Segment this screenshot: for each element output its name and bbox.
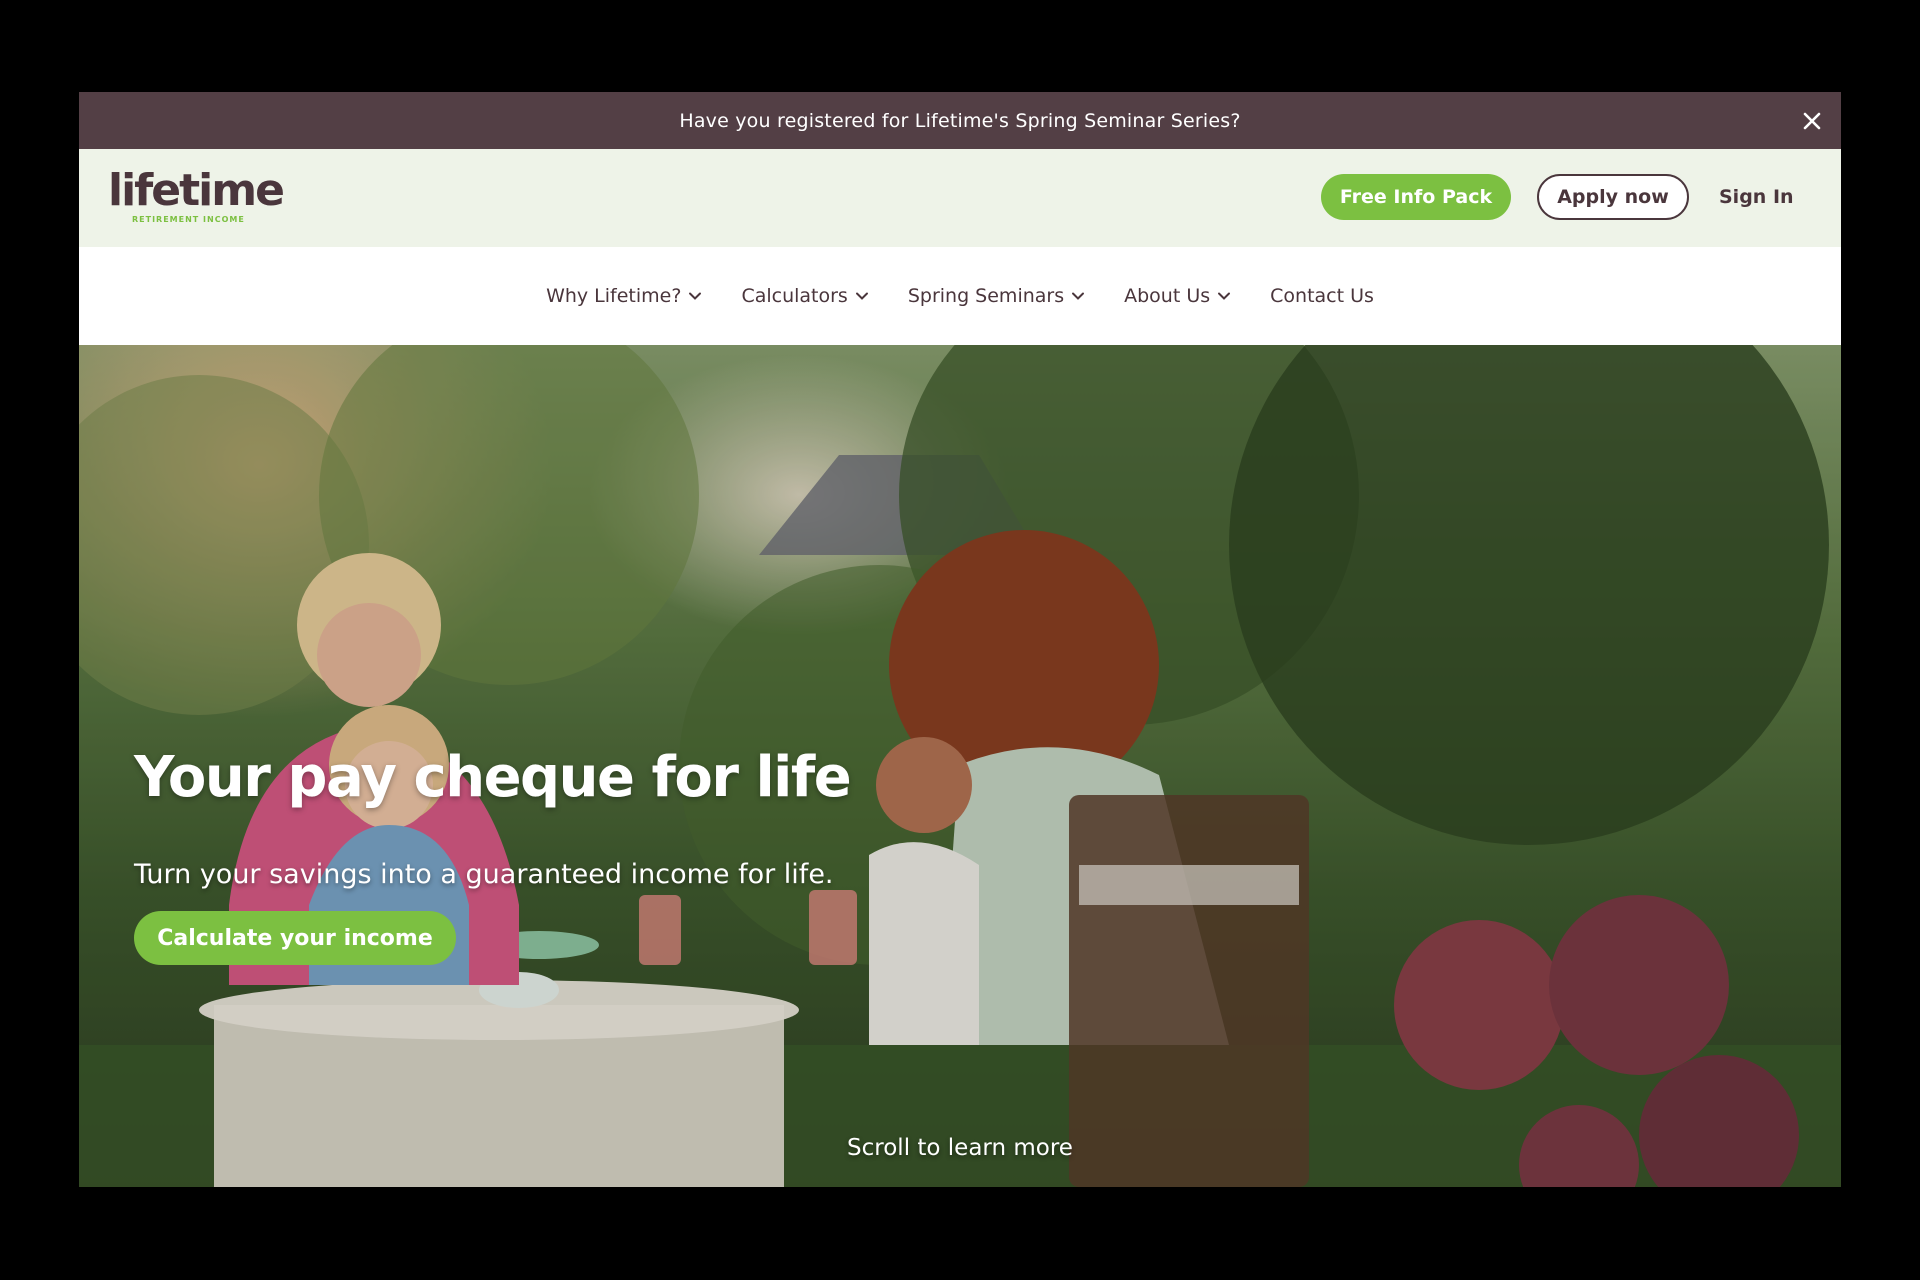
close-icon[interactable] — [1797, 106, 1827, 136]
logo-wordmark: lifetime — [108, 165, 285, 216]
nav-item-label: Contact Us — [1270, 285, 1374, 307]
nav-item-label: Why Lifetime? — [546, 285, 682, 307]
free-info-pack-button[interactable]: Free Info Pack — [1321, 174, 1511, 220]
nav-item-contact-us[interactable]: Contact Us — [1270, 285, 1374, 307]
logo-subtext: RETIREMENT INCOME — [132, 215, 245, 224]
nav-item-label: About Us — [1124, 285, 1211, 307]
announcement-text[interactable]: Have you registered for Lifetime's Sprin… — [679, 110, 1240, 132]
lifetime-logo[interactable]: lifetime RETIREMENT INCOME — [108, 167, 285, 229]
nav-item-calculators[interactable]: Calculators — [741, 285, 869, 307]
site-header: lifetime RETIREMENT INCOME Free Info Pac… — [79, 149, 1841, 247]
apply-now-button[interactable]: Apply now — [1537, 174, 1689, 220]
chevron-down-icon — [689, 292, 702, 300]
device-frame: Have you registered for Lifetime's Sprin… — [0, 0, 1920, 1280]
announcement-bar: Have you registered for Lifetime's Sprin… — [79, 92, 1841, 149]
hero-subtitle: Turn your savings into a guaranteed inco… — [134, 859, 834, 890]
sign-in-link[interactable]: Sign In — [1719, 174, 1794, 220]
hero-section: Your pay cheque for life Turn your savin… — [79, 345, 1841, 1187]
browser-viewport: Have you registered for Lifetime's Sprin… — [79, 92, 1841, 1187]
nav-item-label: Spring Seminars — [907, 285, 1065, 307]
scroll-hint[interactable]: Scroll to learn more — [79, 1135, 1841, 1161]
chevron-down-icon — [1218, 292, 1231, 300]
chevron-down-icon — [855, 292, 868, 300]
main-nav: Why Lifetime? Calculators Spring Seminar… — [79, 247, 1841, 345]
nav-item-label: Calculators — [741, 285, 848, 307]
nav-item-spring-seminars[interactable]: Spring Seminars — [908, 285, 1086, 307]
calculate-income-button[interactable]: Calculate your income — [134, 911, 456, 965]
nav-item-about-us[interactable]: About Us — [1124, 285, 1232, 307]
hero-title: Your pay cheque for life — [134, 745, 852, 810]
nav-item-why-lifetime[interactable]: Why Lifetime? — [546, 285, 703, 307]
chevron-down-icon — [1072, 292, 1085, 300]
